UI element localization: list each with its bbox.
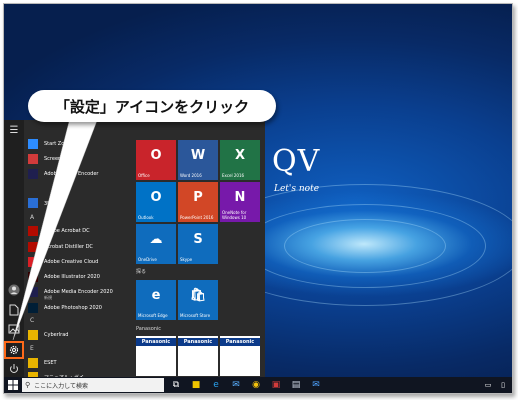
callout-bubble: 「設定」アイコンをクリック xyxy=(28,90,276,122)
callout-pointer xyxy=(12,117,99,341)
